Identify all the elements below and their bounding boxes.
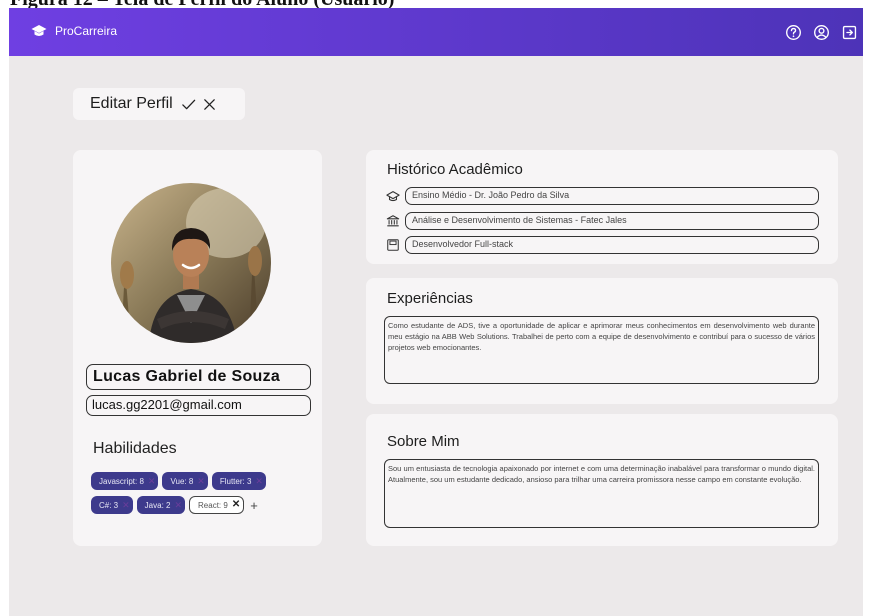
remove-skill-icon[interactable]: ✕ [148, 476, 156, 486]
help-icon [785, 24, 801, 40]
experience-card: Experiências Como estudante de ADS, tive… [366, 278, 838, 404]
institution-icon [386, 215, 400, 227]
profile-card: Lucas Gabriel de Souza lucas.gg2201@gmai… [73, 150, 322, 546]
about-card: Sobre Mim Sou um entusiasta de tecnologi… [366, 414, 838, 546]
skills-row: Javascript: 8 ✕ Vue: 8 ✕ Flutter: 3 ✕ [91, 472, 319, 490]
skill-chip-label: Javascript: 8 [99, 476, 144, 486]
check-icon [181, 99, 195, 109]
history-item: Desenvolvedor Full-stack [386, 236, 819, 254]
avatar[interactable] [111, 183, 271, 343]
skill-chip-label: Vue: 8 [170, 476, 194, 486]
edit-profile-bar: Editar Perfil [73, 88, 245, 120]
skill-chip[interactable]: Java: 2 ✕ [136, 496, 186, 514]
graduation-cap-icon [31, 25, 47, 36]
academic-history-card: Histórico Acadêmico Ensino Médio - Dr. J… [366, 150, 838, 264]
history-item: Análise e Desenvolvimento de Sistemas - … [386, 212, 819, 230]
edit-profile-label: Editar Perfil [90, 95, 173, 112]
id-card-icon [387, 239, 399, 251]
remove-skill-icon[interactable]: ✕ [122, 500, 130, 510]
logout-icon [842, 25, 856, 39]
skills-list: Javascript: 8 ✕ Vue: 8 ✕ Flutter: 3 ✕ C#… [91, 472, 319, 520]
skill-chip[interactable]: Vue: 8 ✕ [162, 472, 208, 490]
add-skill-button[interactable]: + [250, 498, 258, 513]
about-title: Sobre Mim [387, 433, 460, 450]
user-icon [813, 24, 829, 40]
profile-button[interactable] [811, 22, 831, 42]
remove-skill-icon[interactable]: ✕ [174, 500, 182, 510]
name-field[interactable]: Lucas Gabriel de Souza [86, 364, 311, 390]
avatar-photo [111, 183, 271, 343]
academic-history-title: Histórico Acadêmico [387, 161, 523, 178]
app-window: ProCarreira Editar Perfil Lucas Gabriel … [9, 8, 863, 616]
remove-skill-icon[interactable]: ✕ [197, 476, 205, 486]
skills-row: C#: 3 ✕ Java: 2 ✕ React: 9 ✕ + [91, 496, 319, 514]
header-actions [783, 22, 859, 42]
experience-textarea[interactable]: Como estudante de ADS, tive a oportunida… [384, 316, 819, 384]
help-button[interactable] [783, 22, 803, 42]
close-icon [203, 98, 215, 110]
confirm-button[interactable] [181, 97, 196, 112]
skill-chip[interactable]: Flutter: 3 ✕ [211, 472, 266, 490]
remove-skill-icon[interactable]: ✕ [255, 476, 263, 486]
email-field[interactable]: lucas.gg2201@gmail.com [86, 395, 311, 416]
remove-skill-icon[interactable]: ✕ [232, 500, 240, 510]
history-item-field[interactable]: Análise e Desenvolvimento de Sistemas - … [405, 212, 819, 230]
skill-chip-editing[interactable]: React: 9 ✕ [189, 496, 245, 514]
experience-title: Experiências [387, 290, 473, 307]
brand-name: ProCarreira [55, 24, 118, 38]
skill-chip-label: C#: 3 [99, 500, 119, 510]
about-textarea[interactable]: Sou um entusiasta de tecnologia apaixona… [384, 459, 819, 528]
skill-chip-label: Flutter: 3 [219, 476, 252, 486]
skill-chip[interactable]: C#: 3 ✕ [91, 496, 133, 514]
logout-button[interactable] [839, 22, 859, 42]
skill-chip-label: React: 9 [198, 500, 228, 510]
cancel-button[interactable] [202, 97, 217, 112]
skill-chip-label: Java: 2 [144, 500, 171, 510]
edit-actions [181, 97, 217, 112]
history-item-field[interactable]: Ensino Médio - Dr. João Pedro da Silva [405, 187, 819, 205]
brand[interactable]: ProCarreira [31, 24, 117, 38]
history-item: Ensino Médio - Dr. João Pedro da Silva [386, 187, 819, 205]
history-item-field[interactable]: Desenvolvedor Full-stack [405, 236, 819, 254]
top-bar: ProCarreira [9, 8, 863, 56]
skill-chip[interactable]: Javascript: 8 ✕ [91, 472, 159, 490]
graduation-cap-icon [386, 191, 400, 202]
skills-title: Habilidades [93, 440, 177, 457]
